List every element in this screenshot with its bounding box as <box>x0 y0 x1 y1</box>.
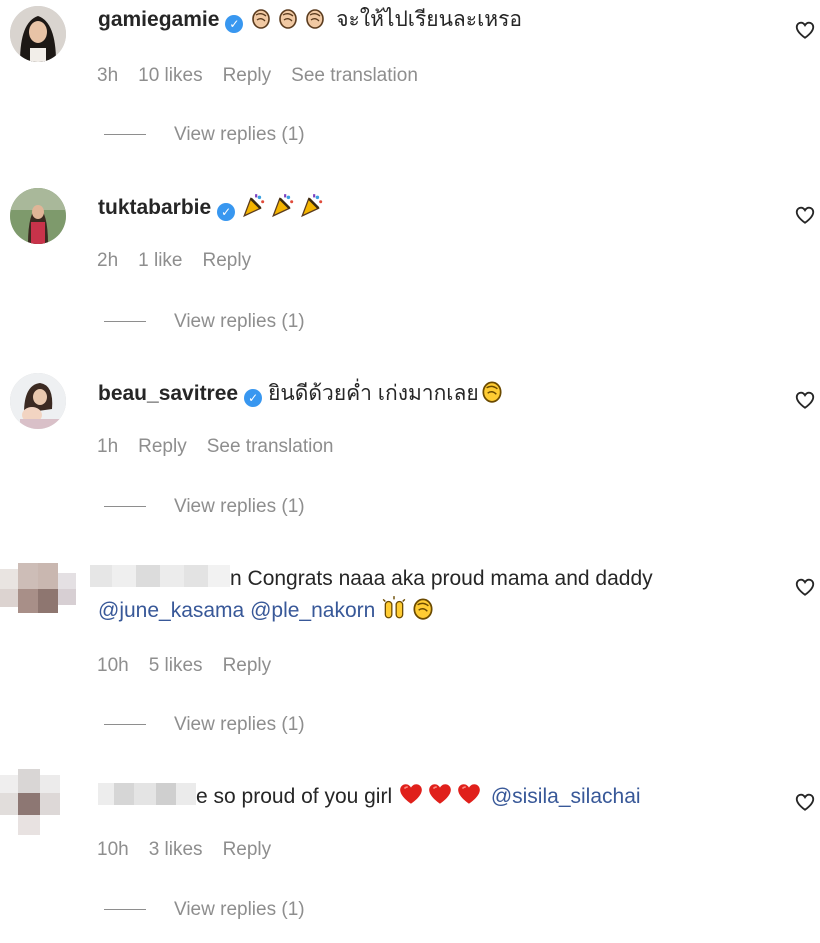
comment-item: n Congrats naaa aka proud mama and daddy… <box>0 555 820 745</box>
comment-text: ยินดีด้วยค่ำ เก่งมากเลย <box>268 382 479 405</box>
divider <box>104 724 146 726</box>
comment-item: gamiegamie ✓ จะให้ไปเรียนละเหรอ 3h 10 like… <box>0 0 820 170</box>
see-translation-button[interactable]: See translation <box>291 65 418 86</box>
comment-body: n Congrats naaa aka proud mama and daddy <box>90 563 750 594</box>
username-partial[interactable]: n <box>230 567 242 590</box>
verified-badge-icon: ✓ <box>217 203 236 221</box>
comment-meta: 2h 1 like Reply <box>97 250 251 272</box>
comment-body: gamiegamie ✓ จะให้ไปเรียนละเหรอ <box>98 5 750 35</box>
red-heart-emoji <box>398 781 424 807</box>
party-popper-emoji <box>299 192 325 218</box>
blurred-username <box>98 783 196 805</box>
reply-button[interactable]: Reply <box>138 436 187 457</box>
comment-body: tuktabarbie ✓ <box>98 192 750 223</box>
comment-item: e so proud of you girl @sisila_silachai … <box>0 765 820 943</box>
heart-outline-icon[interactable] <box>794 389 816 411</box>
likes-count[interactable]: 3 likes <box>149 839 203 860</box>
clapping-hands-emoji <box>410 595 436 621</box>
red-heart-emoji <box>456 781 482 807</box>
clapping-hands-emoji <box>276 6 300 30</box>
avatar[interactable] <box>10 6 66 62</box>
comment-time: 10h <box>97 839 129 860</box>
view-replies-button[interactable]: View replies (1) <box>104 714 305 736</box>
comment-meta: 1h Reply See translation <box>97 436 333 458</box>
comment-item: tuktabarbie ✓ 2h 1 like Reply View replies … <box>0 180 820 350</box>
username[interactable]: gamiegamie <box>98 8 219 31</box>
avatar[interactable] <box>10 373 66 429</box>
party-popper-emoji <box>270 192 296 218</box>
comment-meta: 10h 5 likes Reply <box>97 655 271 677</box>
heart-outline-icon[interactable] <box>794 19 816 41</box>
comment-meta: 10h 3 likes Reply <box>97 839 271 861</box>
red-heart-emoji <box>427 781 453 807</box>
comment-time: 1h <box>97 436 119 457</box>
divider <box>104 909 146 911</box>
view-replies-button[interactable]: View replies (1) <box>104 496 305 518</box>
view-replies-label: View replies (1) <box>174 496 305 517</box>
comment-body: e so proud of you girl @sisila_silachai <box>98 781 750 812</box>
heart-outline-icon[interactable] <box>794 791 816 813</box>
comment-time: 3h <box>97 65 119 86</box>
username-partial[interactable]: e <box>196 785 208 808</box>
view-replies-button[interactable]: View replies (1) <box>104 311 305 333</box>
comment-body-line2: @june_kasama @ple_nakorn <box>98 595 750 626</box>
reply-button[interactable]: Reply <box>223 839 272 860</box>
comment-time: 2h <box>97 250 119 271</box>
view-replies-label: View replies (1) <box>174 311 305 332</box>
comment-body: beau_savitree ✓ ยินดีด้วยค่ำ เก่งมากเลย <box>98 378 750 409</box>
reply-button[interactable]: Reply <box>203 250 252 271</box>
mention-link[interactable]: @june_kasama <box>98 599 244 622</box>
verified-badge-icon: ✓ <box>244 389 263 407</box>
heart-outline-icon[interactable] <box>794 204 816 226</box>
comment-text: Congrats naaa aka proud mama and daddy <box>247 567 653 590</box>
clapping-hands-emoji <box>303 6 327 30</box>
clapping-hands-emoji <box>249 6 273 30</box>
clapping-hands-emoji <box>479 378 505 404</box>
blurred-username <box>90 565 230 587</box>
reply-button[interactable]: Reply <box>223 65 272 86</box>
party-popper-emoji <box>241 192 267 218</box>
reply-button[interactable]: Reply <box>223 655 272 676</box>
divider <box>104 321 146 323</box>
mention-link[interactable]: @sisila_silachai <box>491 785 641 808</box>
comment-text: จะให้ไปเรียนละเหรอ <box>336 8 522 31</box>
divider <box>104 506 146 508</box>
divider <box>104 134 146 136</box>
verified-badge-icon: ✓ <box>225 15 244 33</box>
raising-hands-emoji <box>381 595 407 621</box>
heart-outline-icon[interactable] <box>794 576 816 598</box>
comment-text: so proud of you girl <box>213 785 393 808</box>
comment-meta: 3h 10 likes Reply See translation <box>97 65 418 87</box>
view-replies-label: View replies (1) <box>174 124 305 145</box>
comment-time: 10h <box>97 655 129 676</box>
avatar[interactable] <box>10 188 66 244</box>
username[interactable]: beau_savitree <box>98 382 238 405</box>
view-replies-button[interactable]: View replies (1) <box>104 124 305 146</box>
view-replies-label: View replies (1) <box>174 714 305 735</box>
avatar-blurred[interactable] <box>0 559 76 621</box>
see-translation-button[interactable]: See translation <box>207 436 334 457</box>
likes-count[interactable]: 10 likes <box>138 65 202 86</box>
comment-item: beau_savitree ✓ ยินดีด้วยค่ำ เก่งมากเลย 1h… <box>0 365 820 535</box>
avatar-blurred[interactable] <box>0 765 60 841</box>
view-replies-button[interactable]: View replies (1) <box>104 899 305 921</box>
username[interactable]: tuktabarbie <box>98 196 211 219</box>
likes-count[interactable]: 5 likes <box>149 655 203 676</box>
mention-link[interactable]: @ple_nakorn <box>250 599 375 622</box>
view-replies-label: View replies (1) <box>174 899 305 920</box>
likes-count[interactable]: 1 like <box>138 250 182 271</box>
